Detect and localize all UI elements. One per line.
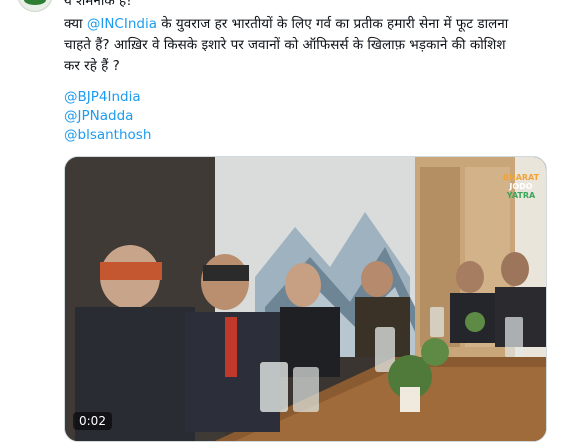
watermark-line-2: JODO bbox=[509, 182, 533, 191]
tweet-line-1-prefix: क्या bbox=[64, 16, 87, 32]
tweet-line-1-suffix: के युवराज हर भारतीयों के लिए गर्व का प्र… bbox=[156, 16, 509, 32]
video-player[interactable]: BHARAT JODO YATRA 0:02 bbox=[64, 156, 547, 442]
avatar-logo-icon bbox=[24, 0, 46, 5]
bharat-jodo-watermark: BHARAT JODO YATRA bbox=[502, 173, 540, 200]
video-timestamp: 0:02 bbox=[73, 412, 112, 430]
tweet-line-0: ये शर्मनाक है! bbox=[64, 0, 132, 9]
mention-bjp4india-link[interactable]: @BJP4India bbox=[64, 88, 151, 107]
watermark-line-3: YATRA bbox=[506, 191, 536, 200]
watermark-line-1: BHARAT bbox=[502, 173, 540, 182]
tweet-line-2: चाहते हैं? आख़िर वे किसके इशारे पर जवानो… bbox=[64, 37, 506, 53]
tweet-line-3: कर रहे हैं ? bbox=[64, 58, 120, 74]
avatar[interactable] bbox=[17, 0, 53, 12]
mention-blsanthosh-link[interactable]: @blsanthosh bbox=[64, 126, 151, 145]
mention-jpnadda-link[interactable]: @JPNadda bbox=[64, 107, 151, 126]
mention-incindia-link[interactable]: @INCIndia bbox=[87, 16, 157, 32]
hashtag-list: @BJP4India @JPNadda @blsanthosh bbox=[64, 88, 151, 145]
video-frame bbox=[65, 157, 546, 441]
tweet-line-1: क्या @INCIndia के युवराज हर भारतीयों के … bbox=[64, 15, 508, 34]
